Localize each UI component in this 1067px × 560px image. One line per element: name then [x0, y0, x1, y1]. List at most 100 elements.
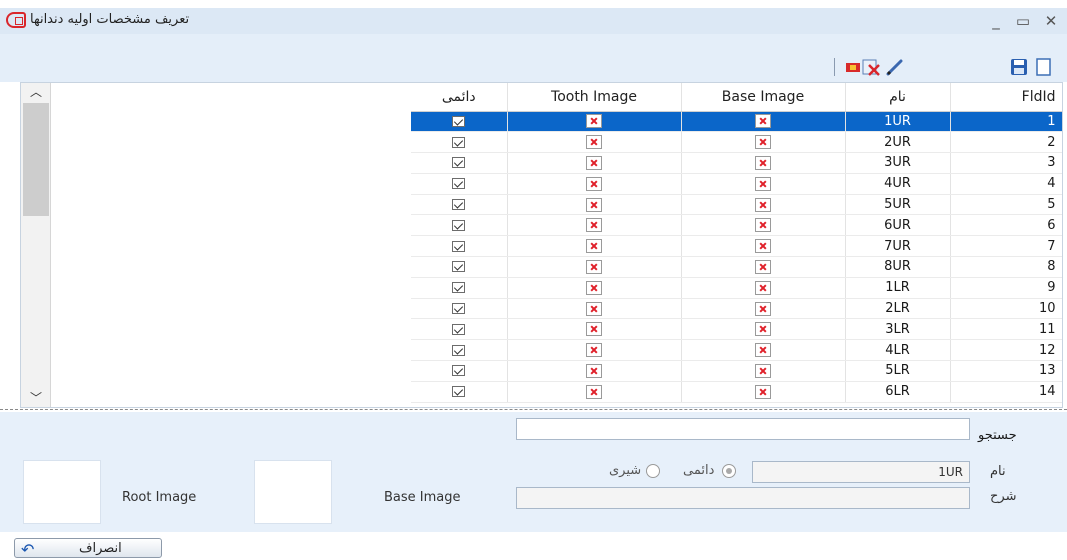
table-row[interactable]: 1LR 9 — [411, 277, 1062, 299]
permanent-cell[interactable] — [411, 152, 508, 174]
table-row[interactable]: 7UR 7 — [411, 235, 1062, 258]
permanent-cell[interactable] — [411, 298, 508, 320]
base-image-cell[interactable] — [681, 173, 846, 195]
fldid-cell[interactable]: 9 — [950, 277, 1062, 299]
checkbox-checked-icon[interactable] — [452, 282, 466, 294]
tooth-image-cell[interactable] — [507, 173, 682, 195]
new-icon[interactable] — [1033, 56, 1055, 78]
tooth-image-cell[interactable] — [507, 194, 682, 216]
permanent-cell[interactable] — [411, 277, 508, 299]
fldid-cell[interactable]: 3 — [950, 152, 1062, 174]
name-cell[interactable]: 3LR — [845, 318, 951, 341]
base-image-cell[interactable] — [681, 277, 846, 299]
fldid-cell[interactable]: 1 — [950, 111, 1062, 133]
checkbox-checked-icon[interactable] — [452, 157, 466, 169]
fldid-cell[interactable]: 5 — [950, 194, 1062, 216]
name-cell[interactable]: 5LR — [845, 360, 951, 382]
permanent-cell[interactable] — [411, 131, 508, 154]
minimize-button[interactable]: _ — [985, 10, 1007, 32]
base-image-cell[interactable] — [681, 214, 846, 237]
fldid-cell[interactable]: 2 — [950, 131, 1062, 154]
root-image-box[interactable] — [23, 460, 101, 524]
base-image-cell[interactable] — [681, 381, 846, 403]
description-field[interactable] — [516, 487, 970, 509]
permanent-cell[interactable] — [411, 256, 508, 278]
table-row[interactable]: 3LR 11 — [411, 318, 1062, 341]
fldid-cell[interactable]: 4 — [950, 173, 1062, 195]
tooth-image-cell[interactable] — [507, 339, 682, 362]
name-cell[interactable]: 6UR — [845, 214, 951, 237]
checkbox-checked-icon[interactable] — [452, 178, 466, 190]
base-image-cell[interactable] — [681, 235, 846, 258]
table-row[interactable]: 2UR 2 — [411, 131, 1062, 154]
base-image-cell[interactable] — [681, 256, 846, 278]
checkbox-checked-icon[interactable] — [452, 365, 466, 377]
permanent-cell[interactable] — [411, 194, 508, 216]
checkbox-checked-icon[interactable] — [452, 115, 466, 127]
permanent-cell[interactable] — [411, 214, 508, 237]
base-image-cell[interactable] — [681, 298, 846, 320]
permanent-cell[interactable] — [411, 235, 508, 258]
table-row[interactable]: 6LR 14 — [411, 381, 1062, 403]
fldid-cell[interactable]: 8 — [950, 256, 1062, 278]
scrollbar-thumb[interactable] — [23, 103, 49, 216]
table-row[interactable]: 5UR 5 — [411, 194, 1062, 216]
checkbox-checked-icon[interactable] — [452, 303, 466, 315]
checkbox-checked-icon[interactable] — [452, 136, 466, 148]
checkbox-checked-icon[interactable] — [452, 344, 466, 356]
tooth-image-cell[interactable] — [507, 111, 682, 133]
fldid-cell[interactable]: 12 — [950, 339, 1062, 362]
name-cell[interactable]: 5UR — [845, 194, 951, 216]
base-image-cell[interactable] — [681, 339, 846, 362]
tooth-image-cell[interactable] — [507, 277, 682, 299]
permanent-cell[interactable] — [411, 173, 508, 195]
name-cell[interactable]: 6LR — [845, 381, 951, 403]
maximize-button[interactable]: ▭ — [1012, 10, 1034, 32]
name-cell[interactable]: 1UR — [845, 111, 951, 133]
tooth-image-cell[interactable] — [507, 235, 682, 258]
fldid-cell[interactable]: 13 — [950, 360, 1062, 382]
scroll-down-icon[interactable]: ﹀ — [21, 389, 51, 407]
table-row[interactable]: 8UR 8 — [411, 256, 1062, 278]
base-image-box[interactable] — [254, 460, 332, 524]
name-cell[interactable]: 4LR — [845, 339, 951, 362]
name-cell[interactable]: 3UR — [845, 152, 951, 174]
base-image-cell[interactable] — [681, 318, 846, 341]
name-cell[interactable]: 2LR — [845, 298, 951, 320]
tooth-image-cell[interactable] — [507, 256, 682, 278]
name-cell[interactable]: 1LR — [845, 277, 951, 299]
scroll-up-icon[interactable]: ︿ — [21, 83, 51, 101]
column-header-permanent[interactable]: دائمی — [411, 83, 508, 112]
checkbox-checked-icon[interactable] — [452, 240, 466, 252]
permanent-cell[interactable] — [411, 111, 508, 133]
tooth-image-cell[interactable] — [507, 131, 682, 154]
permanent-cell[interactable] — [411, 381, 508, 403]
column-header-fldid[interactable]: FldId — [950, 83, 1062, 112]
column-header-name[interactable]: نام — [845, 83, 951, 112]
base-image-cell[interactable] — [681, 194, 846, 216]
tooth-image-cell[interactable] — [507, 318, 682, 341]
vertical-scrollbar[interactable]: ︿ ﹀ — [21, 83, 51, 407]
close-window-button[interactable]: ✕ — [1040, 10, 1062, 32]
column-header-base-image[interactable]: Base Image — [681, 83, 846, 112]
tooth-image-cell[interactable] — [507, 360, 682, 382]
fldid-cell[interactable]: 6 — [950, 214, 1062, 237]
tooth-image-cell[interactable] — [507, 214, 682, 237]
table-row[interactable]: 4LR 12 — [411, 339, 1062, 362]
base-image-cell[interactable] — [681, 111, 846, 133]
name-cell[interactable]: 8UR — [845, 256, 951, 278]
column-header-tooth-image[interactable]: Tooth Image — [507, 83, 682, 112]
permanent-cell[interactable] — [411, 360, 508, 382]
name-cell[interactable]: 7UR — [845, 235, 951, 258]
table-row[interactable]: 4UR 4 — [411, 173, 1062, 195]
tooth-image-cell[interactable] — [507, 381, 682, 403]
table-row[interactable]: 6UR 6 — [411, 214, 1062, 237]
milk-radio[interactable] — [646, 464, 660, 478]
cancel-button[interactable]: ↶ انصراف — [14, 538, 162, 559]
save-icon[interactable] — [1008, 56, 1030, 78]
table-row[interactable]: 5LR 13 — [411, 360, 1062, 382]
table-row[interactable]: 1UR 1 — [411, 111, 1062, 133]
fldid-cell[interactable]: 10 — [950, 298, 1062, 320]
permanent-radio[interactable] — [722, 464, 736, 478]
checkbox-checked-icon[interactable] — [452, 199, 466, 211]
